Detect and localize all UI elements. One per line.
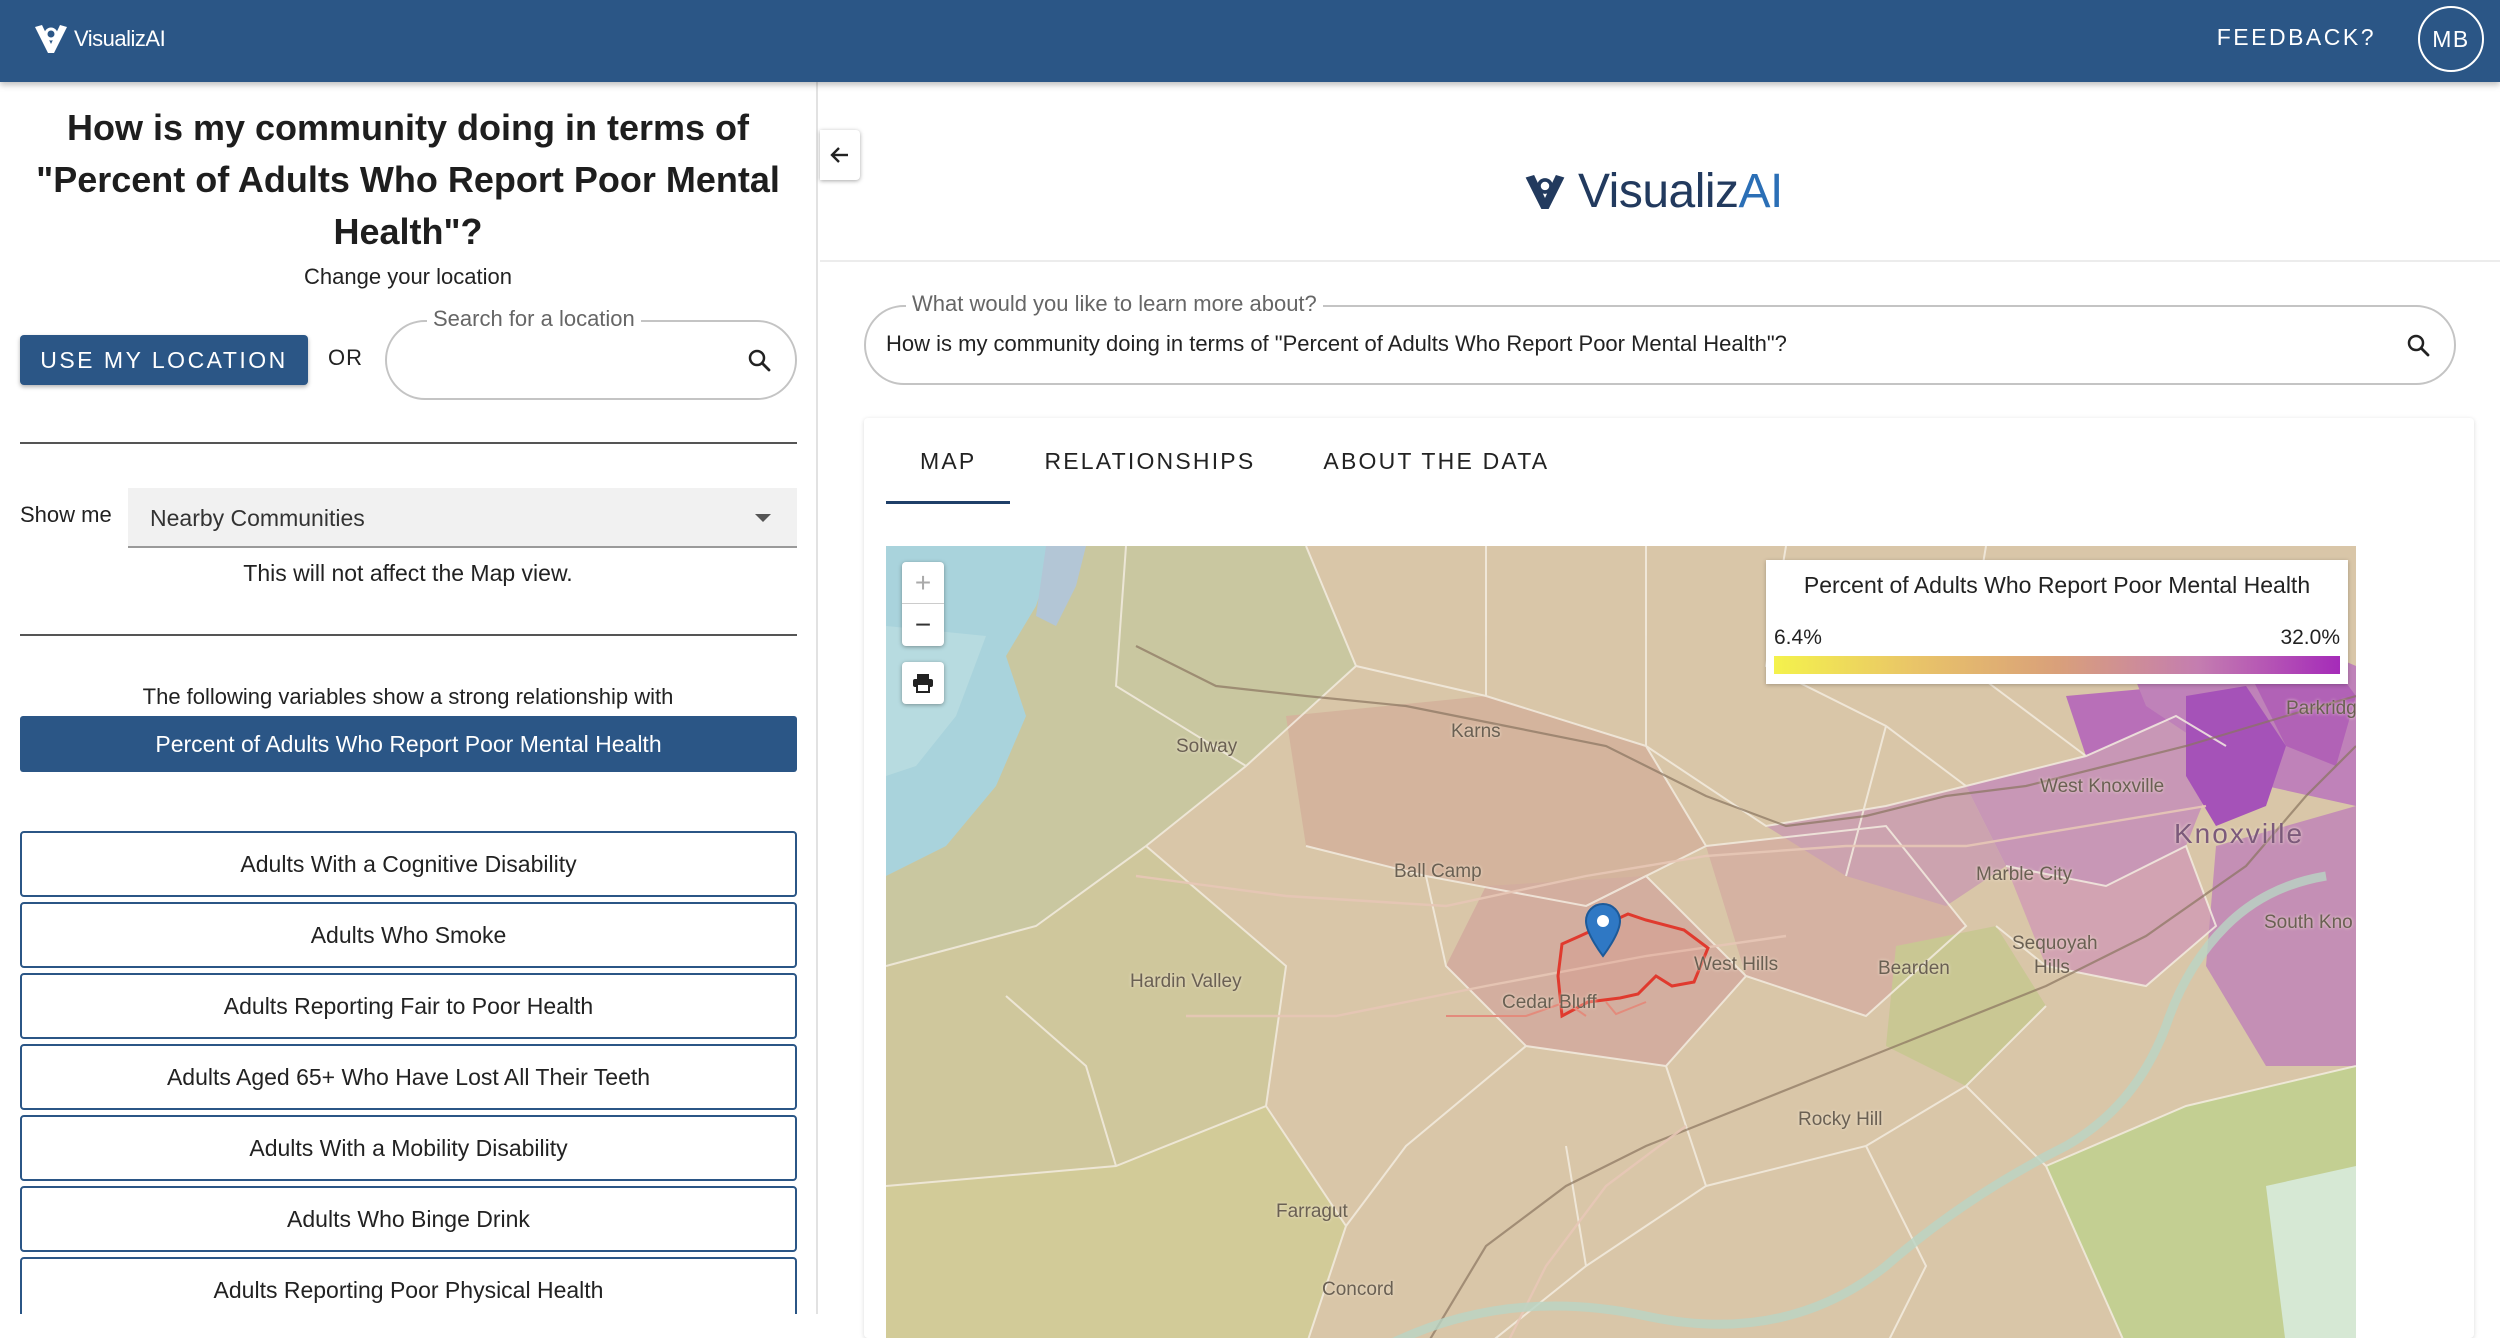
divider [820, 260, 2500, 262]
collapse-sidebar-button[interactable] [820, 130, 860, 180]
show-me-note: This will not affect the Map view. [243, 560, 573, 586]
related-variable-button[interactable]: Adults Who Smoke [20, 902, 797, 968]
related-variable-button[interactable]: Adults Aged 65+ Who Have Lost All Their … [20, 1044, 797, 1110]
header-brand[interactable]: VisualizAI [32, 22, 166, 56]
tab-about-the-data[interactable]: ABOUT THE DATA [1289, 418, 1583, 504]
related-variable-button[interactable]: Adults Who Binge Drink [20, 1186, 797, 1252]
map-place-label: Rocky Hill [1798, 1109, 1883, 1130]
map-place-label: Knoxville [2174, 818, 2305, 849]
related-variables-list: Adults With a Cognitive Disability Adult… [20, 831, 797, 1314]
map-place-label: West Hills [1694, 954, 1779, 975]
question-search-field[interactable]: What would you like to learn more about?… [864, 291, 2456, 385]
arrow-left-icon [830, 147, 848, 163]
show-me-label: Show me [20, 502, 112, 527]
brand-suffix: AI [1738, 165, 1784, 218]
search-icon[interactable] [2406, 333, 2430, 357]
tab-relationships[interactable]: RELATIONSHIPS [1010, 418, 1289, 504]
map-place-label: South Kno [2264, 912, 2353, 933]
zoom-out-button[interactable]: − [902, 604, 944, 646]
legend-min-value: 6.4% [1774, 626, 1822, 649]
use-my-location-button[interactable]: USE MY LOCATION [20, 335, 308, 385]
relationship-intro: The following variables show a strong re… [142, 684, 674, 709]
search-icon[interactable] [747, 348, 771, 372]
or-label: OR [328, 345, 363, 370]
zoom-in-button[interactable]: + [902, 562, 944, 604]
change-location-label: Change your location [304, 264, 512, 289]
location-search-field[interactable]: Search for a location [385, 306, 797, 400]
map-pin-icon[interactable] [1584, 902, 1622, 958]
question-search-value: How is my community doing in terms of "P… [886, 331, 1787, 356]
visualizai-logo-icon [35, 25, 67, 53]
top-app-bar: VisualizAI FEEDBACK? MB [0, 0, 2500, 82]
feedback-button[interactable]: FEEDBACK? [2217, 24, 2376, 51]
map-legend: Percent of Adults Who Report Poor Mental… [1766, 560, 2348, 684]
show-me-selected-value: Nearby Communities [150, 505, 365, 531]
divider [20, 634, 797, 636]
related-variable-button[interactable]: Adults With a Cognitive Disability [20, 831, 797, 897]
map-place-label: Concord [1322, 1279, 1394, 1300]
print-map-button[interactable] [902, 662, 944, 704]
choropleth-map[interactable]: Solway Karns Ball Camp Hardin Valley Ced… [886, 546, 2356, 1338]
related-variable-button[interactable]: Adults Reporting Fair to Poor Health [20, 973, 797, 1039]
tab-bar: MAP RELATIONSHIPS ABOUT THE DATA [886, 418, 1583, 504]
brand-name-large: VisualizAI [1578, 164, 1783, 219]
caret-down-icon [755, 514, 771, 522]
map-place-label: Parkridge [2286, 698, 2356, 719]
page-title: How is my community doing in terms of "P… [36, 107, 780, 252]
brand-name: VisualizAI [74, 26, 166, 51]
map-place-label: Farragut [1276, 1201, 1348, 1222]
show-me-select[interactable]: Nearby Communities [128, 488, 797, 548]
map-place-label: Hardin Valley [1130, 971, 1242, 992]
related-variable-button[interactable]: Adults With a Mobility Disability [20, 1115, 797, 1181]
location-search-label: Search for a location [427, 306, 641, 332]
map-place-label: Marble City [1976, 864, 2073, 885]
left-panel: How is my community doing in terms of "P… [0, 82, 818, 1314]
divider [20, 442, 797, 444]
visualizai-logo-icon [1525, 174, 1565, 209]
main-panel: VisualizAI What would you like to learn … [820, 82, 2500, 1338]
map-place-label: Ball Camp [1394, 861, 1482, 882]
map-place-label: Sequoyah Hills [2012, 933, 2098, 978]
legend-max-value: 32.0% [2280, 626, 2340, 649]
related-variable-button[interactable]: Adults Reporting Poor Physical Health [20, 1257, 797, 1314]
legend-title: Percent of Adults Who Report Poor Mental… [1803, 572, 2311, 598]
print-icon [913, 674, 933, 693]
tab-map[interactable]: MAP [886, 418, 1011, 504]
map-place-label: Cedar Bluff [1502, 992, 1597, 1013]
results-card: MAP RELATIONSHIPS ABOUT THE DATA Solway … [864, 418, 2474, 1338]
target-variable-badge: Percent of Adults Who Report Poor Mental… [20, 716, 797, 772]
question-search-label: What would you like to learn more about? [906, 291, 1323, 317]
map-place-label: Karns [1451, 721, 1501, 742]
map-zoom-control: + − [902, 562, 944, 646]
brand-prefix: Visualiz [1578, 165, 1739, 218]
map-place-label: West Knoxville [2040, 776, 2165, 797]
legend-color-scale [1774, 656, 2340, 674]
main-brand-logo: VisualizAI [1522, 164, 1783, 219]
map-place-label: Solway [1176, 736, 1238, 757]
map-place-label: Bearden [1878, 958, 1950, 979]
avatar[interactable]: MB [2418, 6, 2484, 72]
